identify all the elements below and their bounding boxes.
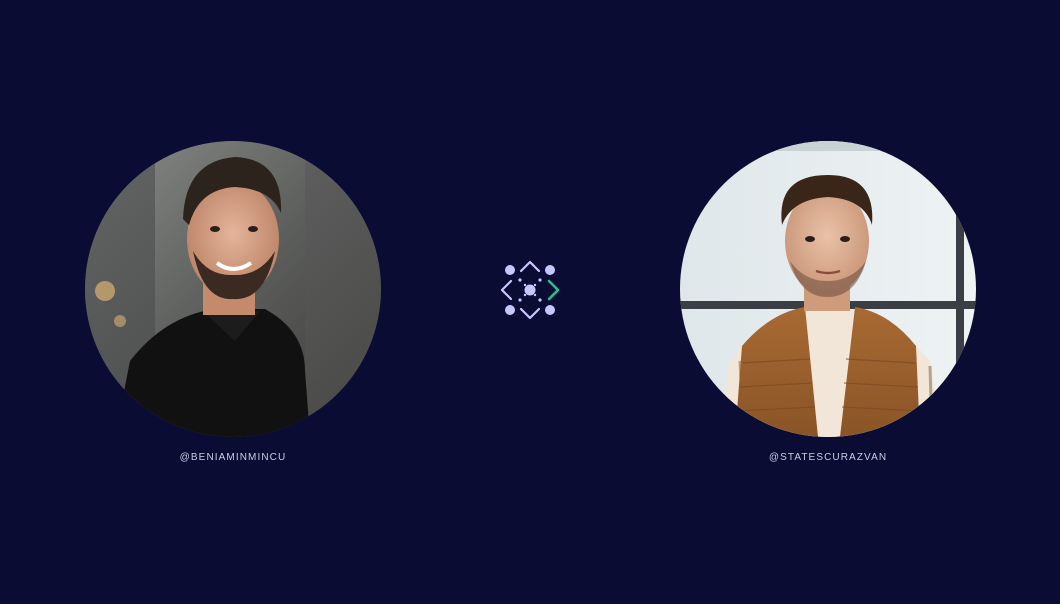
handle-left[interactable]: @BENIAMINMINCU: [180, 452, 287, 464]
stage: @BENIAMINMINCU @STATESCURAZVAN: [0, 0, 1060, 604]
profile-card-left: @BENIAMINMINCU: [85, 141, 381, 464]
person-photo-icon: [680, 141, 976, 437]
connected-nodes-logo-icon: [499, 259, 561, 321]
handle-right[interactable]: @STATESCURAZVAN: [769, 452, 887, 464]
avatar-left: [85, 141, 381, 437]
avatar-right: [680, 141, 976, 437]
profile-card-right: @STATESCURAZVAN: [680, 141, 976, 464]
person-photo-icon: [85, 141, 381, 437]
